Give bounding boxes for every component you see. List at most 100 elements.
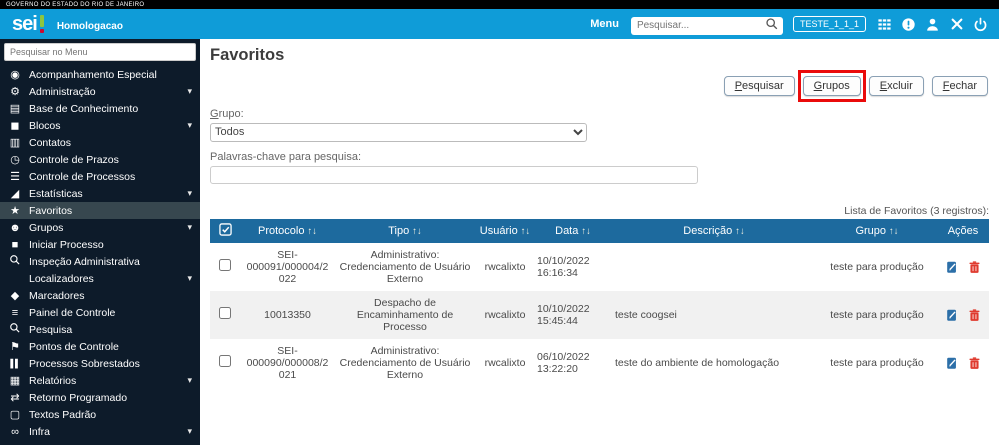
delete-favorite-icon[interactable] (968, 308, 981, 322)
sidebar-item-estatisticas[interactable]: ◢ Estatísticas ▾ (0, 185, 200, 202)
panel-icon: ≡ (7, 307, 23, 319)
chevron-down-icon: ▾ (187, 120, 192, 131)
cell-usuario: rwcalixto (475, 291, 535, 339)
sidebar-item-localizadores[interactable]: Localizadores ▾ (0, 270, 200, 287)
sidebar-search-input[interactable] (4, 43, 196, 61)
cell-protocolo: 10013350 (240, 291, 335, 339)
column-header-protocolo[interactable]: Protocolo↑↓ (240, 219, 335, 243)
row-checkbox[interactable] (219, 355, 231, 367)
sidebar-item-base-de-conhecimento[interactable]: ▤ Base de Conhecimento (0, 100, 200, 117)
sidebar-item-acompanhamento-especial[interactable]: ◉ Acompanhamento Especial (0, 66, 200, 83)
chevron-down-icon: ▾ (187, 86, 192, 97)
sidebar-item-painel-de-controle[interactable]: ≡ Painel de Controle (0, 304, 200, 321)
sidebar-item-contatos[interactable]: ▥ Contatos (0, 134, 200, 151)
row-checkbox[interactable] (219, 259, 231, 271)
document-icon: ▢ (7, 408, 23, 421)
column-header-tipo[interactable]: Tipo↑↓ (335, 219, 475, 243)
sidebar: ◉ Acompanhamento Especial ⚙ Administraçã… (0, 39, 200, 445)
sei-logo[interactable]: sei (12, 14, 45, 34)
sidebar-item-pontos-de-controle[interactable]: ⚑ Pontos de Controle (0, 338, 200, 355)
list-caption: Lista de Favoritos (3 registros): (210, 205, 989, 217)
table-row: SEI-000090/000008/2021 Administrativo: C… (210, 339, 989, 387)
eye-icon: ◉ (7, 68, 23, 81)
sidebar-item-retorno-programado[interactable]: ⇄ Retorno Programado (0, 389, 200, 406)
column-header-data[interactable]: Data↑↓ (535, 219, 611, 243)
cell-grupo: teste para produção (817, 339, 937, 387)
edit-favorite-icon[interactable] (945, 308, 959, 322)
cell-usuario: rwcalixto (475, 243, 535, 291)
flag-icon: ⚑ (7, 340, 23, 353)
sidebar-item-controle-de-prazos[interactable]: ◷ Controle de Prazos (0, 151, 200, 168)
pesquisar-button[interactable]: Pesquisar (724, 76, 795, 96)
grupos-button[interactable]: Grupos (803, 76, 861, 96)
sort-icon[interactable]: ↑↓ (735, 226, 745, 237)
column-header-grupo[interactable]: Grupo↑↓ (817, 219, 937, 243)
users-icon: ☻ (7, 222, 23, 234)
header-search (631, 15, 783, 33)
alert-exclamation-icon[interactable] (900, 16, 917, 33)
cell-data: 10/10/2022 15:45:44 (535, 291, 611, 339)
inspection-search-icon (7, 254, 23, 269)
process-list-icon: ☰ (7, 170, 23, 183)
chevron-down-icon: ▾ (187, 273, 192, 284)
user-profile-icon[interactable] (924, 16, 941, 33)
sidebar-item-relatorios[interactable]: ▦ Relatórios ▾ (0, 372, 200, 389)
contact-card-icon: ▥ (7, 136, 23, 149)
sidebar-item-grupos[interactable]: ☻ Grupos ▾ (0, 219, 200, 236)
delete-favorite-icon[interactable] (968, 356, 981, 370)
sidebar-item-inspecao-administrativa[interactable]: Inspeção Administrativa (0, 253, 200, 270)
cell-descricao (611, 243, 817, 291)
sidebar-item-pesquisa[interactable]: Pesquisa (0, 321, 200, 338)
control-panel-grid-icon[interactable] (876, 16, 893, 33)
cell-acoes (937, 339, 989, 387)
sidebar-item-administracao[interactable]: ⚙ Administração ▾ (0, 83, 200, 100)
cell-acoes (937, 243, 989, 291)
sort-icon[interactable]: ↑↓ (412, 226, 422, 237)
sidebar-item-controle-de-processos[interactable]: ☰ Controle de Processos (0, 168, 200, 185)
sidebar-item-infra[interactable]: ∞ Infra ▾ (0, 423, 200, 440)
column-header-descricao[interactable]: Descrição↑↓ (611, 219, 817, 243)
header-search-input[interactable] (631, 17, 783, 35)
tools-icon[interactable] (948, 16, 965, 33)
sidebar-item-marcadores[interactable]: ◆ Marcadores (0, 287, 200, 304)
sei-logo-exclamation-icon (39, 14, 45, 34)
group-label: Grupo: (210, 108, 989, 120)
sort-icon[interactable]: ↑↓ (889, 226, 899, 237)
menu-button[interactable]: Menu (590, 18, 619, 30)
power-icon[interactable] (972, 16, 989, 33)
cell-tipo: Administrativo: Credenciamento de Usuári… (335, 243, 475, 291)
cell-acoes (937, 291, 989, 339)
edit-favorite-icon[interactable] (945, 260, 959, 274)
action-buttons-row: Pesquisar Grupos Excluir Fechar (210, 73, 988, 99)
keywords-input[interactable] (210, 166, 698, 184)
sidebar-item-blocos[interactable]: ◼ Blocos ▾ (0, 117, 200, 134)
delete-favorite-icon[interactable] (968, 260, 981, 274)
user-button[interactable]: TESTE_1_1_1 (793, 16, 866, 32)
row-checkbox[interactable] (219, 307, 231, 319)
cell-protocolo: SEI-000091/000004/2022 (240, 243, 335, 291)
column-header-usuario[interactable]: Usuário↑↓ (475, 219, 535, 243)
sort-icon[interactable]: ↑↓ (521, 226, 531, 237)
sort-icon[interactable]: ↑↓ (307, 226, 317, 237)
pause-icon: ▌▌ (7, 359, 23, 368)
chevron-down-icon: ▾ (187, 375, 192, 386)
excluir-button[interactable]: Excluir (869, 76, 924, 96)
exchange-icon: ⇄ (7, 391, 23, 404)
sort-icon[interactable]: ↑↓ (581, 226, 591, 237)
sidebar-item-textos-padrao[interactable]: ▢ Textos Padrão (0, 406, 200, 423)
cell-tipo: Administrativo: Credenciamento de Usuári… (335, 339, 475, 387)
edit-favorite-icon[interactable] (945, 356, 959, 370)
select-all-checkbox[interactable] (210, 219, 240, 243)
chart-icon: ◢ (7, 187, 23, 200)
chevron-down-icon: ▾ (187, 188, 192, 199)
sidebar-item-processos-sobrestados[interactable]: ▌▌ Processos Sobrestados (0, 355, 200, 372)
search-icon[interactable] (765, 17, 779, 31)
keywords-label: Palavras-chave para pesquisa: (210, 151, 989, 163)
fechar-button[interactable]: Fechar (932, 76, 988, 96)
cell-tipo: Despacho de Encaminhamento de Processo (335, 291, 475, 339)
group-select[interactable]: Todos (210, 123, 587, 142)
sidebar-item-favoritos[interactable]: ★ Favoritos (0, 202, 200, 219)
main-content: Favoritos Pesquisar Grupos Excluir Fecha… (200, 39, 999, 445)
sidebar-item-iniciar-processo[interactable]: ■ Iniciar Processo (0, 236, 200, 253)
check-all-icon[interactable] (219, 223, 232, 236)
